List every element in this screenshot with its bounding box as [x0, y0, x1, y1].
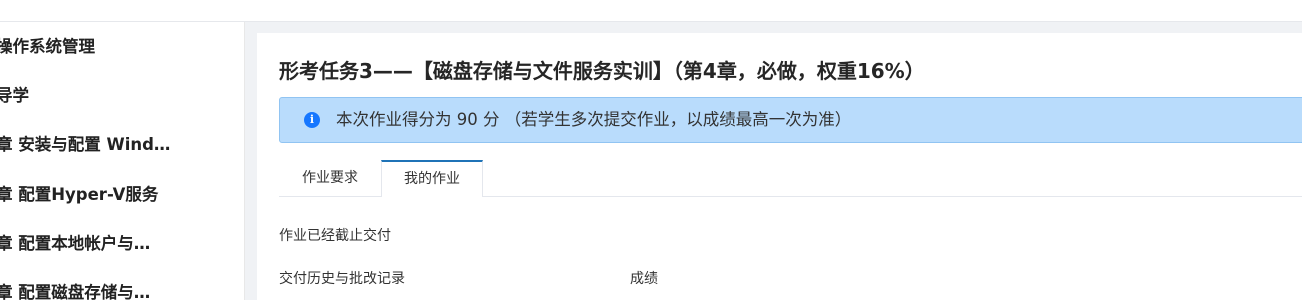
info-icon: i: [304, 112, 320, 128]
sidebar-item-chapter-disk-storage[interactable]: 章 配置磁盘存储与…: [0, 278, 232, 300]
grade-heading: 成绩: [630, 271, 658, 287]
sidebar-item-guide[interactable]: 导学: [0, 81, 232, 111]
score-alert: i 本次作业得分为 90 分 （若学生多次提交作业，以成绩最高一次为准）: [279, 97, 1302, 143]
page: 操作系统管理 导学 章 安装与配置 Wind… 章 配置Hyper-V服务 章 …: [0, 0, 1302, 300]
sidebar-item-chapter-local-accounts[interactable]: 章 配置本地帐户与…: [0, 229, 232, 259]
sidebar-item-course[interactable]: 操作系统管理: [0, 32, 232, 62]
tab-bar: 作业要求 我的作业: [279, 160, 1302, 197]
history-heading: 交付历史与批改记录: [279, 271, 405, 287]
tab-my-assignment[interactable]: 我的作业: [381, 160, 483, 197]
tab-requirements[interactable]: 作业要求: [279, 160, 381, 195]
submission-status: 作业已经截止交付: [279, 228, 391, 244]
page-title: 形考任务3——【磁盘存储与文件服务实训】（第4章，必做，权重16%）: [279, 59, 925, 83]
top-bar: [0, 0, 1302, 22]
score-alert-text: 本次作业得分为 90 分 （若学生多次提交作业，以成绩最高一次为准）: [336, 110, 852, 129]
sidebar-item-chapter-install-windows[interactable]: 章 安装与配置 Wind…: [0, 130, 232, 160]
assignment-panel: 形考任务3——【磁盘存储与文件服务实训】（第4章，必做，权重16%） i 本次作…: [257, 33, 1302, 300]
sidebar: 操作系统管理 导学 章 安装与配置 Wind… 章 配置Hyper-V服务 章 …: [0, 22, 245, 300]
sidebar-item-chapter-hyper-v[interactable]: 章 配置Hyper-V服务: [0, 180, 232, 210]
